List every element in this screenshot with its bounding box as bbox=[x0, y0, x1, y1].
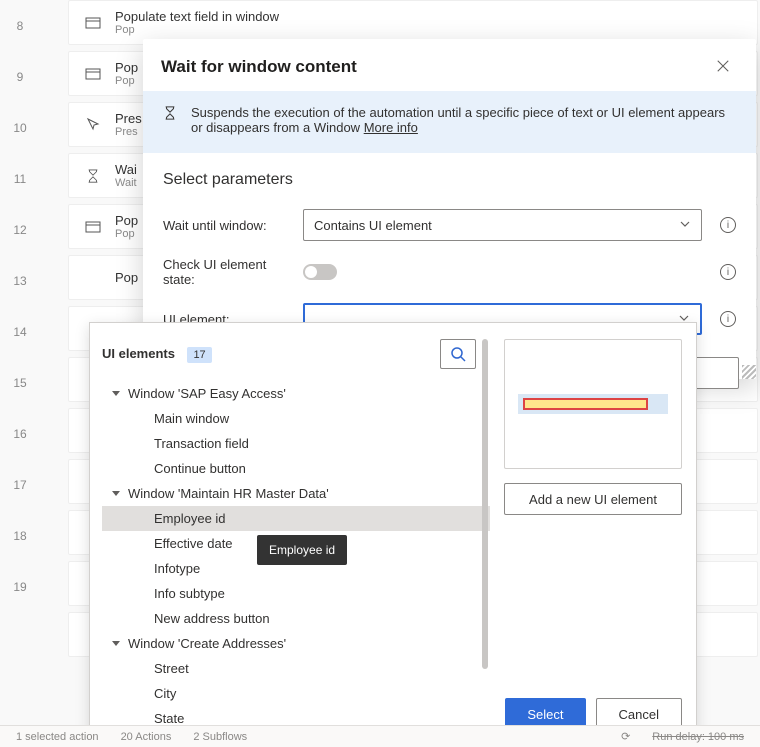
close-icon[interactable] bbox=[716, 59, 732, 75]
line-numbers: 8910111213141516171819 bbox=[0, 0, 40, 612]
line-number: 9 bbox=[0, 51, 40, 102]
line-number: 15 bbox=[0, 357, 40, 408]
line-number: 18 bbox=[0, 510, 40, 561]
line-number: 10 bbox=[0, 102, 40, 153]
hover-tooltip: Employee id bbox=[257, 535, 347, 565]
run-delay-icon: ⟳ bbox=[621, 730, 630, 743]
tree-item[interactable]: City bbox=[102, 681, 490, 706]
row-icon bbox=[83, 169, 103, 183]
info-icon[interactable]: i bbox=[720, 264, 736, 280]
dialog-truncated-button[interactable] bbox=[693, 357, 739, 389]
line-number: 8 bbox=[0, 0, 40, 51]
status-run-delay: Run delay: 100 ms bbox=[652, 731, 744, 743]
tree-group[interactable]: Window 'SAP Easy Access' bbox=[102, 381, 490, 406]
ui-element-picker: UI elements 17 Window 'SAP Easy Access'M… bbox=[89, 322, 697, 747]
row-title: Populate text field in window bbox=[115, 9, 279, 24]
section-heading: Select parameters bbox=[143, 153, 756, 201]
row-title: Wai bbox=[115, 162, 137, 177]
banner-text: Suspends the execution of the automation… bbox=[191, 105, 736, 135]
line-number: 16 bbox=[0, 408, 40, 459]
tree-item[interactable]: Street bbox=[102, 656, 490, 681]
row-subtitle: Pres bbox=[115, 126, 142, 138]
line-number: 13 bbox=[0, 255, 40, 306]
info-icon[interactable]: i bbox=[720, 311, 736, 327]
tree-group[interactable]: Window 'Create Addresses' bbox=[102, 631, 490, 656]
info-icon[interactable]: i bbox=[720, 217, 736, 233]
wait-until-label: Wait until window: bbox=[163, 218, 289, 233]
status-bar: 1 selected action 20 Actions 2 Subflows … bbox=[0, 725, 760, 747]
row-subtitle: Pop bbox=[115, 75, 138, 87]
row-subtitle: Pop bbox=[115, 24, 279, 36]
status-selected: 1 selected action bbox=[16, 731, 99, 743]
check-state-toggle[interactable] bbox=[303, 264, 337, 280]
banner-message: Suspends the execution of the automation… bbox=[191, 105, 725, 135]
row-subtitle: Wait bbox=[115, 177, 137, 189]
line-number: 14 bbox=[0, 306, 40, 357]
search-button[interactable] bbox=[440, 339, 476, 369]
element-preview bbox=[504, 339, 682, 469]
wait-until-dropdown[interactable]: Contains UI element bbox=[303, 209, 702, 241]
row-title: Pres bbox=[115, 111, 142, 126]
line-number: 17 bbox=[0, 459, 40, 510]
tree-item[interactable]: Transaction field bbox=[102, 431, 490, 456]
picker-count-badge: 17 bbox=[187, 347, 211, 363]
row-icon bbox=[83, 219, 103, 235]
row-title: Pop bbox=[115, 270, 138, 285]
scrollbar-thumb[interactable] bbox=[482, 339, 488, 669]
tree-item[interactable]: Main window bbox=[102, 406, 490, 431]
row-subtitle: Pop bbox=[115, 228, 138, 240]
tree-item[interactable]: Info subtype bbox=[102, 581, 490, 606]
row-title: Pop bbox=[115, 60, 138, 75]
line-number: 11 bbox=[0, 153, 40, 204]
chevron-down-icon bbox=[679, 218, 691, 233]
row-icon bbox=[83, 117, 103, 133]
status-actions: 20 Actions bbox=[121, 731, 172, 743]
line-number: 12 bbox=[0, 204, 40, 255]
resize-handle[interactable] bbox=[742, 365, 756, 379]
wait-until-value: Contains UI element bbox=[314, 218, 432, 233]
line-number: 19 bbox=[0, 561, 40, 612]
search-icon bbox=[450, 346, 466, 362]
row-icon bbox=[83, 66, 103, 82]
more-info-link[interactable]: More info bbox=[364, 120, 418, 135]
add-ui-element-button[interactable]: Add a new UI element bbox=[504, 483, 682, 515]
tree-item[interactable]: New address button bbox=[102, 606, 490, 631]
picker-title: UI elements bbox=[102, 346, 175, 361]
dialog-title: Wait for window content bbox=[161, 57, 357, 77]
check-state-label: Check UI element state: bbox=[163, 257, 289, 287]
row-icon bbox=[83, 15, 103, 31]
tree-item[interactable]: Continue button bbox=[102, 456, 490, 481]
info-banner: Suspends the execution of the automation… bbox=[143, 91, 756, 153]
tree-group[interactable]: Window 'Maintain HR Master Data' bbox=[102, 481, 490, 506]
hourglass-icon bbox=[163, 106, 177, 135]
tree-item[interactable]: Employee id bbox=[102, 506, 490, 531]
status-subflows: 2 Subflows bbox=[193, 731, 247, 743]
row-title: Pop bbox=[115, 213, 138, 228]
